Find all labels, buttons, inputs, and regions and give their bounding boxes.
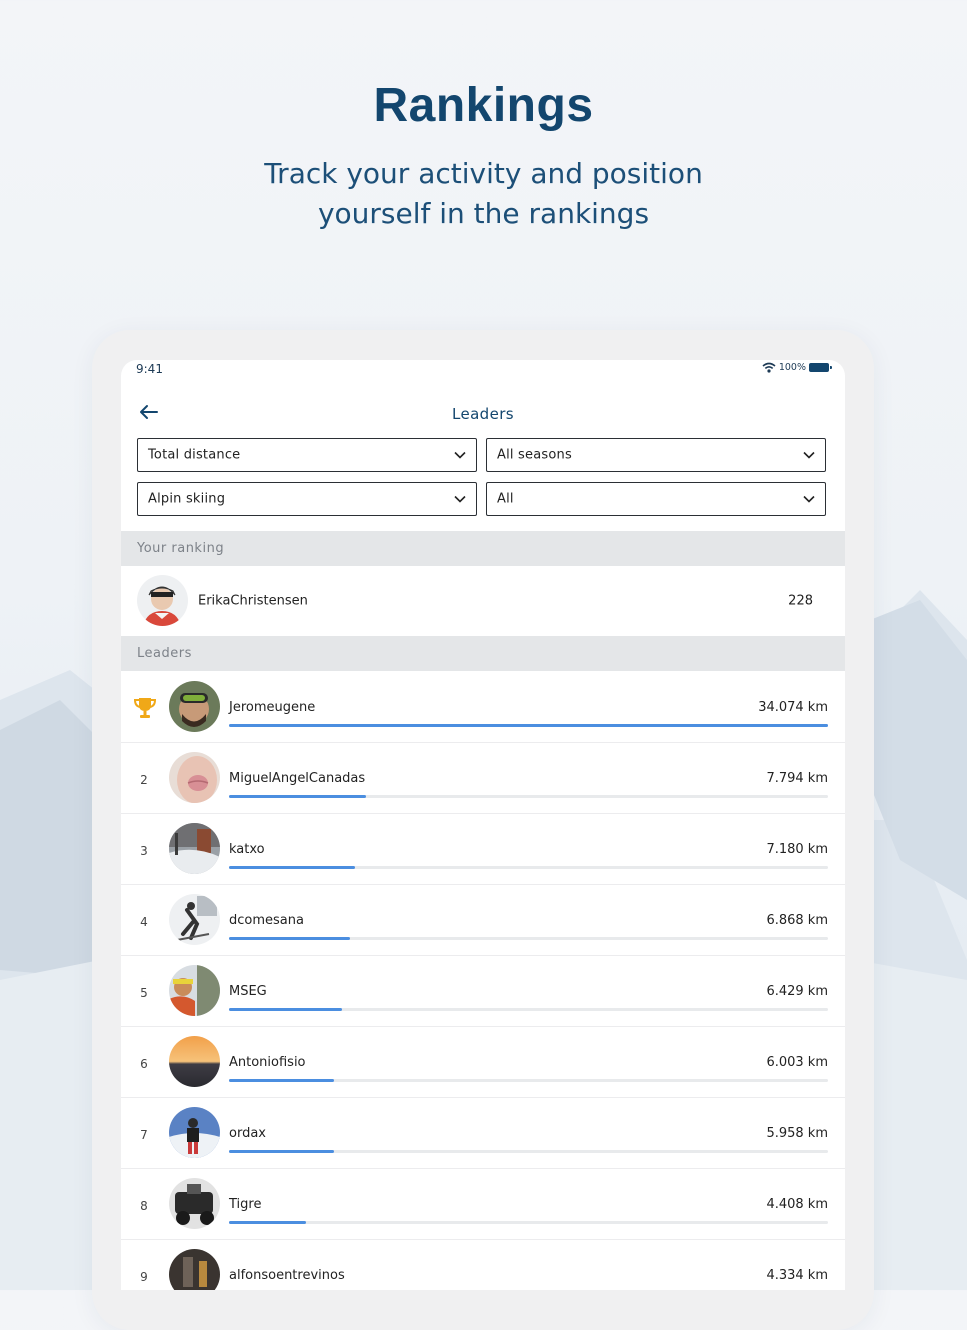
- leaders-header: Leaders: [121, 636, 845, 671]
- leader-username: Jeromeugene: [229, 700, 316, 715]
- leader-row[interactable]: 2 MiguelAngelCanadas 7.794 km: [121, 743, 845, 814]
- leader-username: katxo: [229, 842, 265, 857]
- leader-rank: 4: [140, 915, 148, 929]
- avatar: [169, 1036, 220, 1087]
- leader-row[interactable]: 3 katxo 7.180 km: [121, 814, 845, 885]
- sport-select-value: Alpin skiing: [148, 491, 226, 507]
- trophy-icon: [133, 698, 157, 718]
- chevron-down-icon: [803, 451, 815, 459]
- leader-distance: 4.408 km: [766, 1197, 828, 1212]
- your-username: ErikaChristensen: [198, 593, 308, 609]
- avatar: [169, 823, 220, 874]
- leader-progress-track: [229, 795, 828, 798]
- status-time: 9:41: [136, 362, 163, 376]
- leader-rank: 8: [140, 1199, 148, 1213]
- leader-progress-track: [229, 1008, 828, 1011]
- leader-progress-fill: [229, 724, 828, 727]
- chevron-down-icon: [454, 451, 466, 459]
- leader-progress-fill: [229, 1079, 335, 1082]
- leader-rank: 2: [140, 773, 148, 787]
- leader-username: ordax: [229, 1126, 266, 1141]
- leader-distance: 7.794 km: [766, 771, 828, 786]
- leader-distance: 7.180 km: [766, 842, 828, 857]
- scope-select[interactable]: All: [486, 482, 826, 516]
- your-ranking-header: Your ranking: [121, 531, 845, 566]
- scope-select-value: All: [497, 491, 514, 507]
- leader-row[interactable]: Jeromeugene 34.074 km: [121, 672, 845, 743]
- nav-bar: Leaders: [121, 384, 845, 438]
- leader-row[interactable]: 5 MSEG 6.429 km: [121, 956, 845, 1027]
- leader-row[interactable]: 6 Antoniofisio 6.003 km: [121, 1027, 845, 1098]
- leader-row[interactable]: 9 alfonsoentrevinos 4.334 km: [121, 1240, 845, 1290]
- leader-progress-track: [229, 1221, 828, 1224]
- leader-progress-fill: [229, 937, 350, 940]
- metric-select[interactable]: Total distance: [137, 438, 477, 472]
- leader-progress-track: [229, 1150, 828, 1153]
- leader-distance: 6.003 km: [766, 1055, 828, 1070]
- battery-percent: 100%: [778, 362, 806, 373]
- app-screen: 9:41 100% Leaders Total distance All sea…: [121, 360, 845, 1290]
- leader-distance: 5.958 km: [766, 1126, 828, 1141]
- avatar: [169, 1107, 220, 1158]
- leader-progress-fill: [229, 1221, 307, 1224]
- leader-distance: 6.868 km: [766, 913, 828, 928]
- avatar: [169, 752, 220, 803]
- leader-row[interactable]: 4 dcomesana 6.868 km: [121, 885, 845, 956]
- leader-distance: 34.074 km: [758, 700, 828, 715]
- sport-select[interactable]: Alpin skiing: [137, 482, 477, 516]
- hero-subtitle-line-1: Track your activity and position: [264, 157, 703, 190]
- leader-row[interactable]: 8 Tigre 4.408 km: [121, 1169, 845, 1240]
- avatar: [169, 965, 220, 1016]
- leader-username: Antoniofisio: [229, 1055, 306, 1070]
- metric-select-value: Total distance: [148, 447, 241, 463]
- leader-distance: 4.334 km: [766, 1268, 828, 1283]
- hero-subtitle-line-2: yourself in the rankings: [317, 197, 650, 230]
- leader-username: MiguelAngelCanadas: [229, 771, 366, 786]
- leader-progress-fill: [229, 866, 356, 869]
- leader-rank: 9: [140, 1270, 148, 1284]
- battery-icon: [809, 363, 832, 372]
- nav-title: Leaders: [451, 405, 515, 423]
- leader-username: Tigre: [229, 1197, 262, 1212]
- leader-username: MSEG: [229, 984, 267, 999]
- avatar: [169, 894, 220, 945]
- your-ranking-row[interactable]: ErikaChristensen 228: [121, 566, 845, 636]
- leader-progress-track: [229, 1079, 828, 1082]
- leader-progress-track: [229, 937, 828, 940]
- season-select-value: All seasons: [497, 447, 572, 463]
- chevron-down-icon: [454, 495, 466, 503]
- leader-progress-fill: [229, 795, 367, 798]
- avatar: [137, 575, 188, 626]
- avatar: [169, 681, 220, 732]
- leader-rank: 6: [140, 1057, 148, 1071]
- leader-progress-fill: [229, 1008, 343, 1011]
- leader-rank: 7: [140, 1128, 148, 1142]
- leader-username: alfonsoentrevinos: [229, 1268, 345, 1283]
- avatar: [169, 1249, 220, 1290]
- leader-distance: 6.429 km: [766, 984, 828, 999]
- hero-subtitle: Track your activity and position yoursel…: [0, 154, 967, 234]
- chevron-down-icon: [803, 495, 815, 503]
- avatar: [169, 1178, 220, 1229]
- leader-progress-track: [229, 724, 828, 727]
- status-bar: 9:41 100%: [121, 360, 845, 384]
- season-select[interactable]: All seasons: [486, 438, 826, 472]
- leader-progress-track: [229, 866, 828, 869]
- leader-username: dcomesana: [229, 913, 304, 928]
- leader-row[interactable]: 7 ordax 5.958 km: [121, 1098, 845, 1169]
- your-position: 228: [788, 593, 813, 609]
- leader-rank: 3: [140, 844, 148, 858]
- status-right: 100%: [762, 362, 832, 373]
- leader-rank: 5: [140, 986, 148, 1000]
- wifi-icon: [762, 362, 776, 373]
- leader-progress-fill: [229, 1150, 334, 1153]
- hero-title: Rankings: [373, 79, 594, 132]
